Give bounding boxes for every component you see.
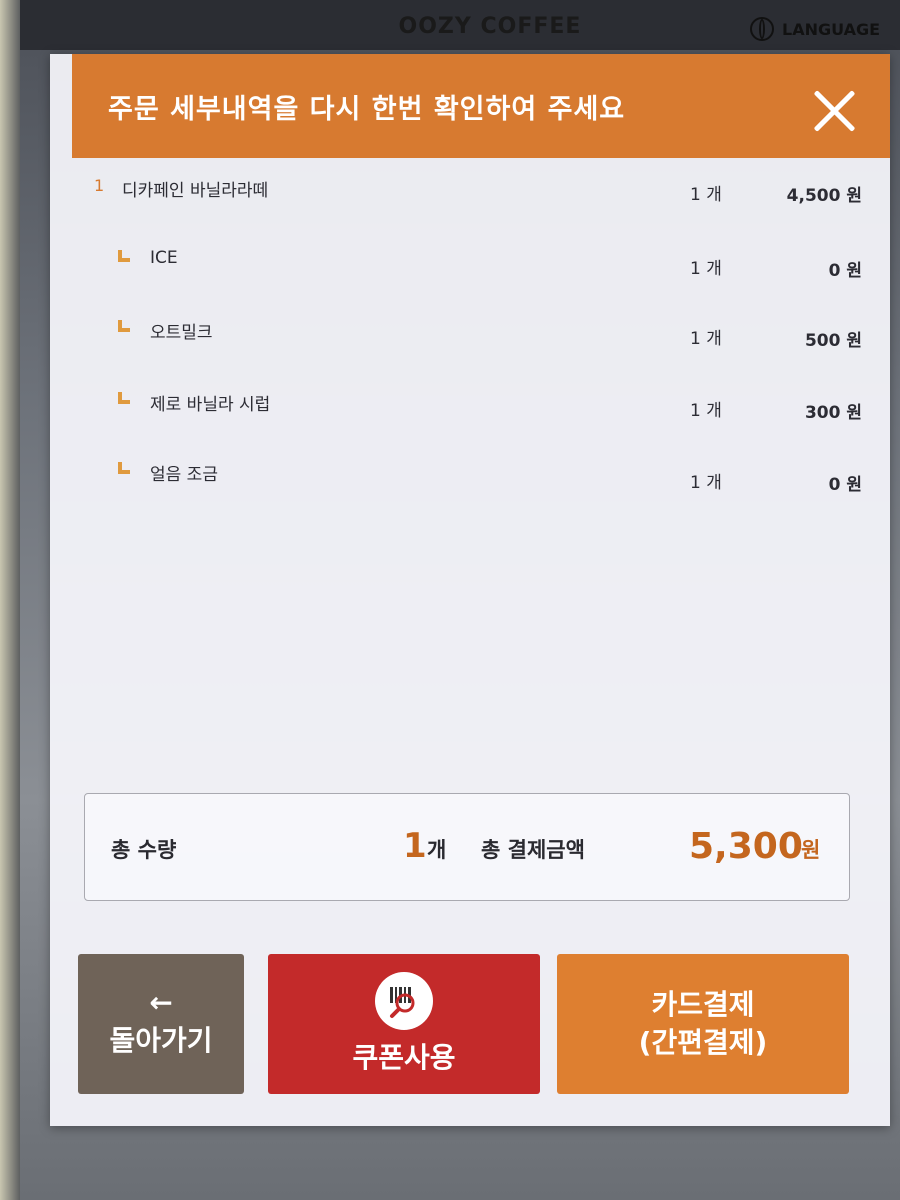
option-row: 오트밀크 1 개 500 원 (50, 318, 890, 358)
card-payment-label: 카드결제 (651, 988, 755, 1021)
coupon-button[interactable]: 쿠폰사용 (268, 954, 540, 1094)
card-payment-sublabel: (간편결제) (638, 1026, 768, 1059)
item-index: 1 (94, 176, 105, 195)
branch-icon (118, 320, 130, 332)
order-total-summary: 총 수량 1 개 총 결제금액 5,300 원 (84, 793, 850, 901)
close-icon[interactable] (812, 88, 856, 132)
card-payment-button[interactable]: 카드결제 (간편결제) (557, 954, 849, 1094)
order-item-row: 1 디카페인 바닐라라떼 1 개 4,500 원 (50, 176, 890, 216)
option-price: 0 원 (828, 261, 862, 281)
option-price: 500 원 (804, 331, 862, 351)
back-button[interactable]: ← 돌아가기 (78, 954, 244, 1094)
item-qty: 1 개 (690, 185, 722, 205)
option-qty: 1 개 (690, 401, 722, 421)
barcode-search-icon (375, 972, 433, 1030)
branch-icon (118, 462, 130, 474)
option-row: 제로 바닐라 시럽 1 개 300 원 (50, 390, 890, 430)
option-qty: 1 개 (690, 473, 722, 493)
option-row: ICE 1 개 0 원 (50, 248, 890, 288)
total-amount-label: 총 결제금액 (481, 838, 585, 862)
total-amount-value: 5,300 (689, 826, 803, 867)
option-price: 300 원 (804, 403, 862, 423)
brand-logo: OOZY COFFEE (398, 14, 582, 39)
total-qty-unit: 개 (427, 838, 447, 862)
item-price: 4,500 원 (786, 186, 862, 206)
kiosk-bezel (0, 0, 20, 1200)
branch-icon (118, 250, 130, 262)
option-qty: 1 개 (690, 329, 722, 349)
option-name: 제로 바닐라 시럽 (150, 395, 271, 415)
arrow-left-icon: ← (149, 986, 173, 1019)
language-button[interactable]: LANGUAGE (750, 12, 880, 46)
language-label: LANGUAGE (782, 19, 881, 39)
option-name: 얼음 조금 (150, 465, 218, 485)
option-qty: 1 개 (690, 259, 722, 279)
order-confirm-modal: 주문 세부내역을 다시 한번 확인하여 주세요 1 디카페인 바닐라라떼 1 개… (50, 54, 890, 1126)
modal-header: 주문 세부내역을 다시 한번 확인하여 주세요 (72, 54, 890, 158)
globe-icon (750, 17, 774, 41)
option-name: ICE (150, 248, 178, 268)
coupon-button-label: 쿠폰사용 (352, 1041, 456, 1074)
option-price: 0 원 (828, 475, 862, 495)
option-name: 오트밀크 (150, 323, 213, 343)
modal-title: 주문 세부내역을 다시 한번 확인하여 주세요 (108, 93, 626, 125)
back-button-label: 돌아가기 (109, 1024, 213, 1057)
item-name: 디카페인 바닐라라떼 (122, 181, 269, 201)
total-qty-value: 1 (403, 826, 427, 866)
branch-icon (118, 392, 130, 404)
total-qty-label: 총 수량 (111, 838, 177, 862)
option-row: 얼음 조금 1 개 0 원 (50, 460, 890, 500)
total-amount-unit: 원 (801, 838, 821, 862)
